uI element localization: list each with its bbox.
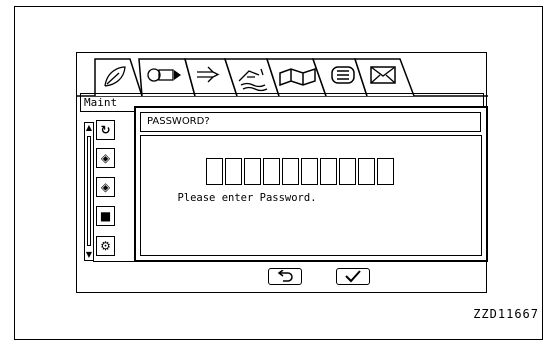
password-digit-box[interactable] [358, 158, 375, 185]
figure-caption: ZZD11667 [473, 307, 539, 321]
password-prompt: Please enter Password. [177, 192, 317, 204]
check-icon [345, 270, 361, 283]
password-entry[interactable] [206, 158, 396, 185]
password-digit-box[interactable] [225, 158, 242, 185]
back-button[interactable] [268, 268, 302, 285]
password-digit-box[interactable] [377, 158, 394, 185]
dialog-title: PASSWORD? [140, 112, 481, 132]
oil-filter-icon[interactable]: ◈ [96, 148, 115, 168]
tab-leaf[interactable] [94, 58, 143, 97]
fuel-prefilter-icon[interactable]: ■ [96, 206, 115, 226]
ok-button[interactable] [336, 268, 370, 285]
password-digit-box[interactable] [320, 158, 337, 185]
scroll-thumb[interactable] [87, 136, 91, 246]
fuel-filter-icon[interactable]: ◈ [96, 177, 115, 197]
password-digit-box[interactable] [263, 158, 280, 185]
return-icon [277, 269, 293, 282]
password-digit-box[interactable] [301, 158, 318, 185]
hydraulic-filter-icon[interactable]: ⚙ [96, 236, 115, 256]
engine-oil-icon[interactable]: ↻ [96, 120, 115, 140]
tab-strip [77, 58, 488, 97]
scroll-up-arrow-icon[interactable]: ▲ [85, 123, 93, 133]
password-digit-box[interactable] [339, 158, 356, 185]
password-digit-box[interactable] [282, 158, 299, 185]
scroll-down-arrow-icon[interactable]: ▼ [85, 250, 93, 260]
scrollbar[interactable]: ▲ ▼ [84, 122, 94, 261]
password-digit-box[interactable] [206, 158, 223, 185]
password-digit-box[interactable] [244, 158, 261, 185]
